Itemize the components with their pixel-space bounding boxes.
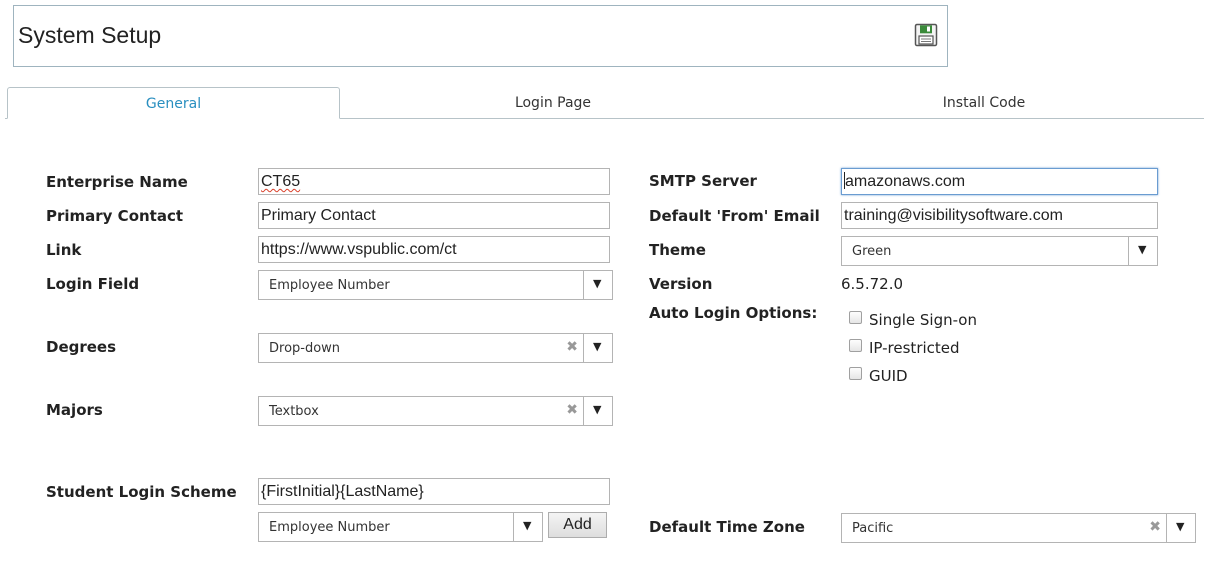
- enterprise-name-value: CT65: [261, 173, 301, 190]
- default-time-zone-select[interactable]: Pacific ✖ ▼: [841, 513, 1196, 543]
- tab-general[interactable]: General: [7, 87, 340, 119]
- chevron-down-icon: ▼: [593, 340, 602, 353]
- default-time-zone-value: Pacific: [852, 521, 894, 536]
- default-from-email-label: Default 'From' Email: [649, 207, 820, 225]
- login-field-toggle[interactable]: ▼: [583, 271, 612, 299]
- clear-x-icon[interactable]: ✖: [1149, 519, 1161, 535]
- majors-select[interactable]: Textbox ✖ ▼: [258, 396, 613, 426]
- single-sign-on-checkbox[interactable]: [849, 311, 862, 324]
- majors-label: Majors: [46, 401, 103, 419]
- enterprise-name-input[interactable]: CT65: [258, 168, 610, 195]
- clear-x-icon[interactable]: ✖: [566, 402, 578, 418]
- default-time-zone-label: Default Time Zone: [649, 518, 805, 536]
- ip-restricted-label: IP-restricted: [869, 339, 960, 357]
- chevron-down-icon: ▼: [1138, 243, 1147, 256]
- version-label: Version: [649, 275, 713, 293]
- chevron-down-icon: ▼: [593, 277, 602, 290]
- student-login-scheme-toggle[interactable]: ▼: [513, 513, 542, 541]
- link-input[interactable]: https://www.vspublic.com/ct: [258, 236, 610, 263]
- primary-contact-label: Primary Contact: [46, 207, 184, 225]
- smtp-server-value: amazonaws.com: [845, 173, 966, 190]
- auto-login-options-label: Auto Login Options:: [649, 304, 818, 322]
- login-field-select[interactable]: Employee Number ▼: [258, 270, 613, 300]
- add-button[interactable]: Add: [548, 512, 607, 538]
- guid-checkbox[interactable]: [849, 367, 862, 380]
- degrees-value: Drop-down: [269, 341, 341, 356]
- default-time-zone-toggle[interactable]: ▼: [1166, 514, 1195, 542]
- majors-value: Textbox: [269, 404, 319, 419]
- guid-label: GUID: [869, 367, 908, 385]
- clear-x-icon[interactable]: ✖: [566, 339, 578, 355]
- page-header: System Setup: [13, 5, 948, 67]
- save-button[interactable]: [914, 23, 938, 47]
- chevron-down-icon: ▼: [523, 519, 532, 532]
- theme-label: Theme: [649, 241, 706, 259]
- student-login-scheme-select-value: Employee Number: [269, 520, 390, 535]
- smtp-server-input[interactable]: amazonaws.com: [841, 168, 1158, 195]
- theme-toggle[interactable]: ▼: [1128, 237, 1157, 265]
- chevron-down-icon: ▼: [593, 403, 602, 416]
- chevron-down-icon: ▼: [1176, 520, 1185, 533]
- theme-select[interactable]: Green ▼: [841, 236, 1158, 266]
- default-from-email-input[interactable]: training@visibilitysoftware.com: [841, 202, 1158, 229]
- degrees-toggle[interactable]: ▼: [583, 334, 612, 362]
- smtp-server-label: SMTP Server: [649, 172, 757, 190]
- student-login-scheme-input[interactable]: {FirstInitial}{LastName}: [258, 478, 610, 505]
- page-title: System Setup: [18, 22, 162, 48]
- ip-restricted-checkbox[interactable]: [849, 339, 862, 352]
- degrees-select[interactable]: Drop-down ✖ ▼: [258, 333, 613, 363]
- majors-toggle[interactable]: ▼: [583, 397, 612, 425]
- theme-value: Green: [852, 244, 892, 259]
- login-field-value: Employee Number: [269, 278, 390, 293]
- student-login-scheme-select[interactable]: Employee Number ▼: [258, 512, 543, 542]
- degrees-label: Degrees: [46, 338, 117, 356]
- single-sign-on-label: Single Sign-on: [869, 311, 977, 329]
- version-value: 6.5.72.0: [841, 275, 904, 293]
- tab-install-code[interactable]: Install Code: [870, 87, 1098, 119]
- link-label: Link: [46, 241, 82, 259]
- login-field-label: Login Field: [46, 275, 140, 293]
- tab-login-page[interactable]: Login Page: [440, 87, 666, 119]
- student-login-scheme-label: Student Login Scheme: [46, 483, 237, 501]
- floppy-disk-icon: [914, 23, 938, 47]
- primary-contact-input[interactable]: Primary Contact: [258, 202, 610, 229]
- enterprise-name-label: Enterprise Name: [46, 173, 188, 191]
